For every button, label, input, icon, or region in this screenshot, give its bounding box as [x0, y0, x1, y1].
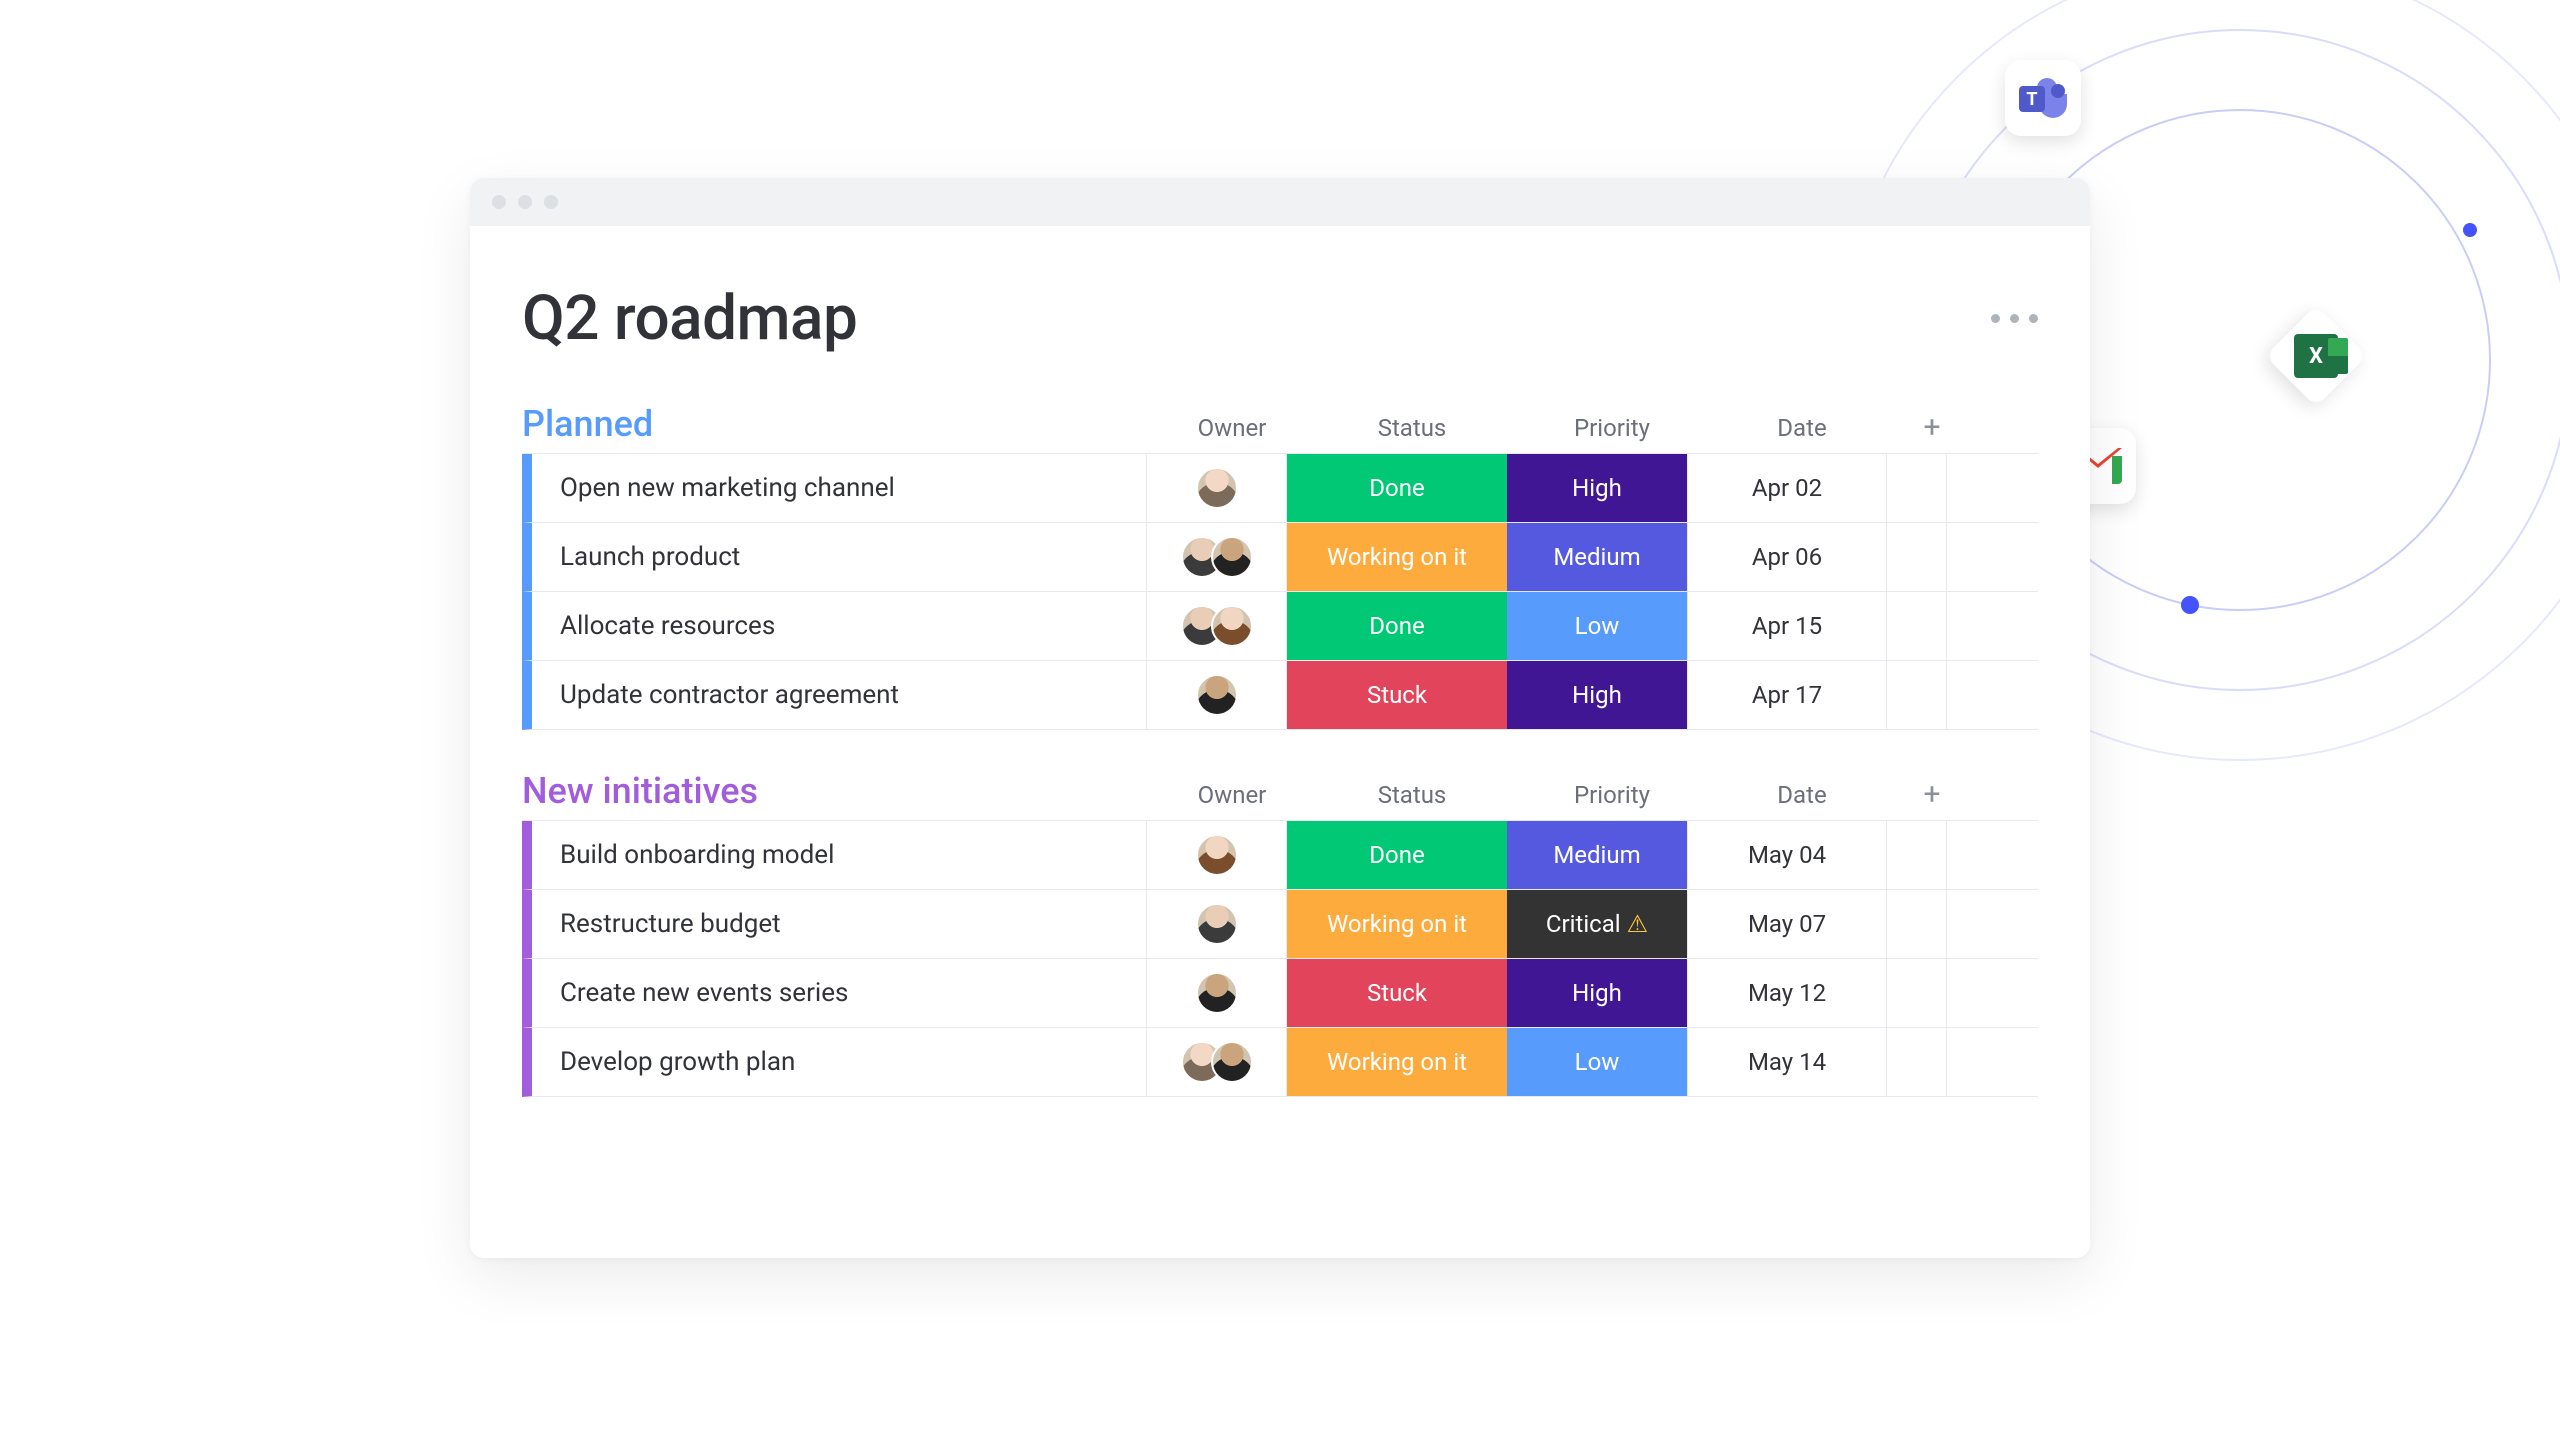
status-cell[interactable]: Done [1287, 454, 1507, 522]
avatar [1196, 467, 1238, 509]
warning-icon: ⚠ [1627, 910, 1649, 938]
column-header-owner[interactable]: Owner [1162, 410, 1302, 445]
priority-label: High [1572, 474, 1622, 502]
board-title[interactable]: Q2 roadmap [522, 282, 857, 355]
extra-cell [1887, 454, 1947, 522]
table-row[interactable]: Develop growth plan Working on it Low May 1… [522, 1028, 2038, 1097]
status-cell[interactable]: Done [1287, 821, 1507, 889]
table-row[interactable]: Build onboarding model Done Medium May 04 [522, 821, 2038, 890]
date-cell[interactable]: May 07 [1687, 890, 1887, 958]
owner-cell[interactable] [1147, 821, 1287, 889]
avatar [1211, 605, 1253, 647]
status-cell[interactable]: Working on it [1287, 523, 1507, 591]
extra-cell [1887, 592, 1947, 660]
table-row[interactable]: Launch product Working on it Medium Apr 06 [522, 523, 2038, 592]
group: New initiativesOwnerStatusPriorityDate+ B… [522, 770, 2038, 1097]
avatar [1196, 903, 1238, 945]
task-name-cell[interactable]: Allocate resources [532, 592, 1147, 660]
traffic-light [492, 195, 506, 209]
excel-icon: X [2265, 305, 2367, 407]
priority-label: Medium [1553, 841, 1640, 869]
group-title[interactable]: Planned [522, 403, 1162, 445]
priority-cell[interactable]: Medium [1507, 523, 1687, 591]
status-cell[interactable]: Working on it [1287, 1028, 1507, 1096]
priority-cell[interactable]: Low [1507, 1028, 1687, 1096]
column-header-owner[interactable]: Owner [1162, 777, 1302, 812]
board-window: Q2 roadmap PlannedOwnerStatusPriorityDat… [470, 178, 2090, 1258]
table-row[interactable]: Open new marketing channel Done High Apr 02 [522, 454, 2038, 523]
date-cell[interactable]: Apr 17 [1687, 661, 1887, 729]
avatar [1196, 972, 1238, 1014]
priority-cell[interactable]: Low [1507, 592, 1687, 660]
status-cell[interactable]: Done [1287, 592, 1507, 660]
owner-cell[interactable] [1147, 523, 1287, 591]
status-cell[interactable]: Stuck [1287, 661, 1507, 729]
priority-cell[interactable]: Critical⚠ [1507, 890, 1687, 958]
priority-label: Low [1575, 612, 1620, 640]
window-titlebar [470, 178, 2090, 226]
date-cell[interactable]: May 04 [1687, 821, 1887, 889]
owner-cell[interactable] [1147, 592, 1287, 660]
owner-cell[interactable] [1147, 959, 1287, 1027]
task-name-cell[interactable]: Restructure budget [532, 890, 1147, 958]
avatar [1196, 674, 1238, 716]
task-name-cell[interactable]: Update contractor agreement [532, 661, 1147, 729]
extra-cell [1887, 1028, 1947, 1096]
column-header-status[interactable]: Status [1302, 410, 1522, 445]
date-cell[interactable]: Apr 06 [1687, 523, 1887, 591]
avatar [1196, 834, 1238, 876]
owner-cell[interactable] [1147, 661, 1287, 729]
board-menu-button[interactable] [1991, 314, 2038, 323]
status-cell[interactable]: Stuck [1287, 959, 1507, 1027]
extra-cell [1887, 523, 1947, 591]
priority-cell[interactable]: Medium [1507, 821, 1687, 889]
priority-label: High [1572, 681, 1622, 709]
extra-cell [1887, 959, 1947, 1027]
extra-cell [1887, 890, 1947, 958]
column-header-date[interactable]: Date [1702, 777, 1902, 812]
avatar [1211, 536, 1253, 578]
table-row[interactable]: Restructure budgetWorking on itCritical⚠… [522, 890, 2038, 959]
date-cell[interactable]: May 12 [1687, 959, 1887, 1027]
status-cell[interactable]: Working on it [1287, 890, 1507, 958]
date-cell[interactable]: Apr 02 [1687, 454, 1887, 522]
task-name-cell[interactable]: Build onboarding model [532, 821, 1147, 889]
task-name-cell[interactable]: Develop growth plan [532, 1028, 1147, 1096]
priority-label: Medium [1553, 543, 1640, 571]
extra-cell [1887, 661, 1947, 729]
avatar [1211, 1041, 1253, 1083]
column-header-priority[interactable]: Priority [1522, 410, 1702, 445]
table-row[interactable]: Create new events series Stuck High May 12 [522, 959, 2038, 1028]
traffic-light [544, 195, 558, 209]
priority-label: Low [1575, 1048, 1620, 1076]
date-cell[interactable]: Apr 15 [1687, 592, 1887, 660]
teams-icon: T [2005, 60, 2081, 136]
priority-label: Critical [1546, 910, 1621, 938]
priority-cell[interactable]: High [1507, 454, 1687, 522]
owner-cell[interactable] [1147, 454, 1287, 522]
priority-cell[interactable]: High [1507, 959, 1687, 1027]
extra-cell [1887, 821, 1947, 889]
owner-cell[interactable] [1147, 890, 1287, 958]
add-column-button[interactable]: + [1902, 410, 1962, 445]
priority-cell[interactable]: High [1507, 661, 1687, 729]
group-title[interactable]: New initiatives [522, 770, 1162, 812]
table-row[interactable]: Update contractor agreement Stuck High Apr … [522, 661, 2038, 730]
task-name-cell[interactable]: Open new marketing channel [532, 454, 1147, 522]
column-header-date[interactable]: Date [1702, 410, 1902, 445]
task-name-cell[interactable]: Launch product [532, 523, 1147, 591]
column-header-priority[interactable]: Priority [1522, 777, 1702, 812]
add-column-button[interactable]: + [1902, 777, 1962, 812]
group: PlannedOwnerStatusPriorityDate+ Open new … [522, 403, 2038, 730]
priority-label: High [1572, 979, 1622, 1007]
task-name-cell[interactable]: Create new events series [532, 959, 1147, 1027]
owner-cell[interactable] [1147, 1028, 1287, 1096]
column-header-status[interactable]: Status [1302, 777, 1522, 812]
date-cell[interactable]: May 14 [1687, 1028, 1887, 1096]
table-row[interactable]: Allocate resources Done Low Apr 15 [522, 592, 2038, 661]
traffic-light [518, 195, 532, 209]
